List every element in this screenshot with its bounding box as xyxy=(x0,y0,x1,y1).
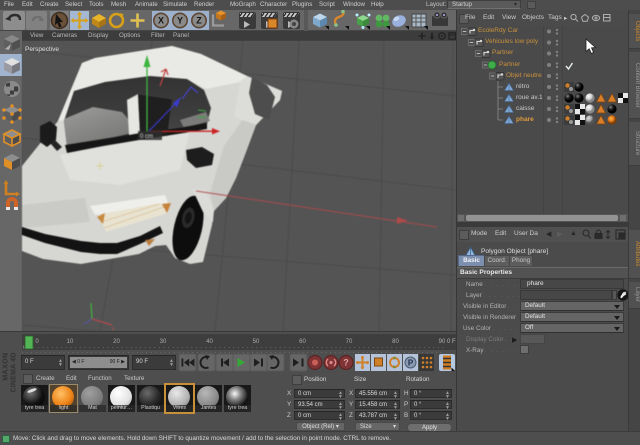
svg-text:Z: Z xyxy=(196,16,202,26)
svg-text:30: 30 xyxy=(160,339,167,345)
svg-text:?: ? xyxy=(343,358,349,368)
svg-text:90: 90 xyxy=(439,339,446,345)
svg-text:80: 80 xyxy=(392,339,399,345)
svg-text:X: X xyxy=(158,16,164,26)
svg-text:0 F: 0 F xyxy=(447,339,456,345)
svg-text:40: 40 xyxy=(206,339,213,345)
svg-text:70: 70 xyxy=(346,339,353,345)
svg-text:Y: Y xyxy=(177,16,183,26)
svg-text:P: P xyxy=(408,359,414,368)
svg-text:50: 50 xyxy=(253,339,260,345)
svg-text:20: 20 xyxy=(113,339,120,345)
svg-text:60: 60 xyxy=(299,339,306,345)
svg-text:10: 10 xyxy=(67,339,74,345)
svg-text:0 cm: 0 cm xyxy=(140,134,153,140)
